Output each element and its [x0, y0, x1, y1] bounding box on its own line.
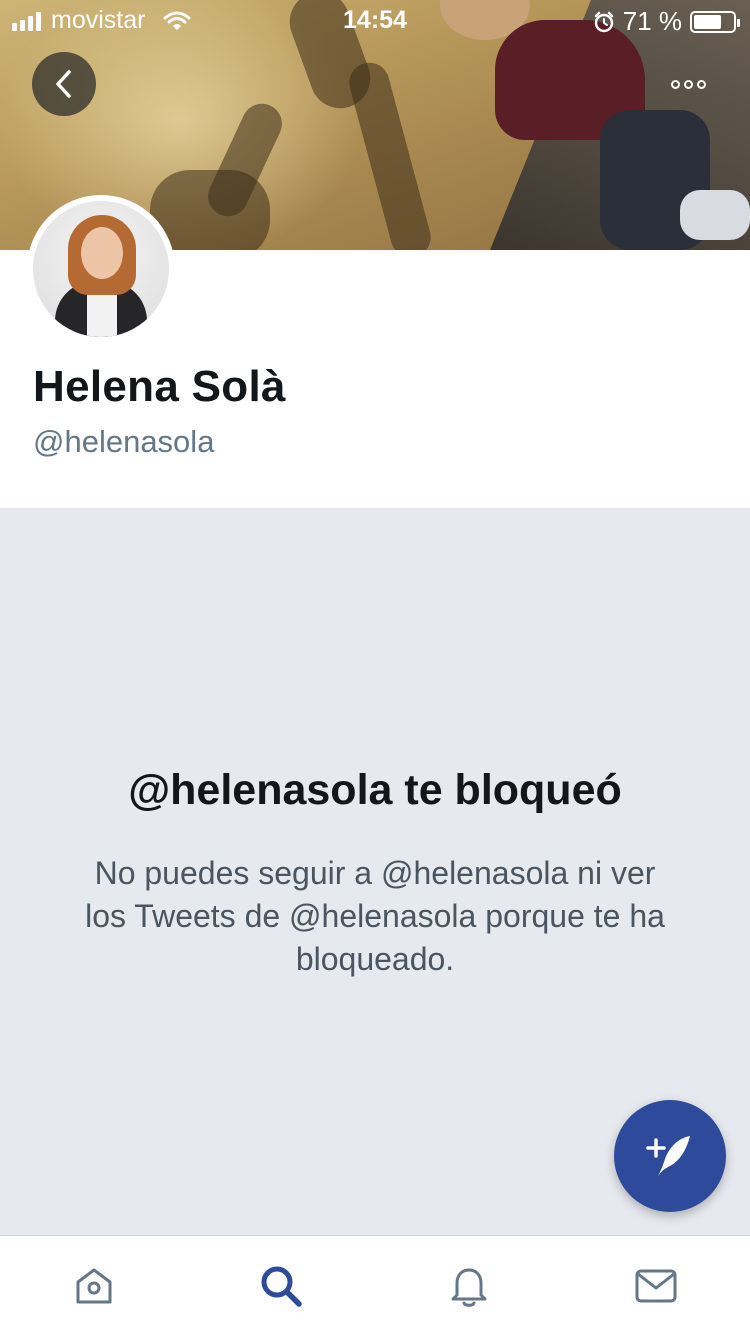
- blocked-title: @helenasola te bloqueó: [128, 766, 622, 814]
- battery-percent: 71 %: [622, 6, 682, 36]
- search-icon: [261, 1266, 302, 1307]
- banner-shoe: [680, 190, 750, 240]
- home-icon: [76, 1268, 111, 1303]
- banner-shadow-figure: [201, 97, 289, 223]
- tab-notifications[interactable]: [375, 1236, 562, 1334]
- compose-tweet-icon: [646, 1136, 690, 1176]
- avatar-photo: [33, 201, 169, 337]
- compose-tweet-button[interactable]: [614, 1100, 726, 1212]
- tab-bar: [0, 1235, 750, 1334]
- avatar[interactable]: [27, 195, 175, 343]
- battery-icon: [690, 10, 740, 33]
- user-handle: @helenasola: [33, 424, 215, 459]
- mail-icon: [635, 1269, 676, 1302]
- tab-search[interactable]: [187, 1236, 374, 1334]
- more-options-button[interactable]: [666, 70, 710, 98]
- back-button[interactable]: [32, 52, 96, 116]
- banner-shadow-figure: [344, 58, 436, 250]
- blocked-description: No puedes seguir a @helenasola ni ver lo…: [85, 855, 665, 977]
- status-bar: movistar 14:54 71 %: [0, 0, 750, 40]
- tab-messages[interactable]: [562, 1236, 749, 1334]
- chevron-left-icon: [56, 70, 71, 98]
- alarm-icon: [594, 11, 613, 32]
- more-horizontal-icon: [670, 79, 680, 89]
- tab-home[interactable]: [0, 1236, 187, 1334]
- bell-icon: [451, 1268, 486, 1307]
- display-name: Helena Solà: [33, 362, 286, 411]
